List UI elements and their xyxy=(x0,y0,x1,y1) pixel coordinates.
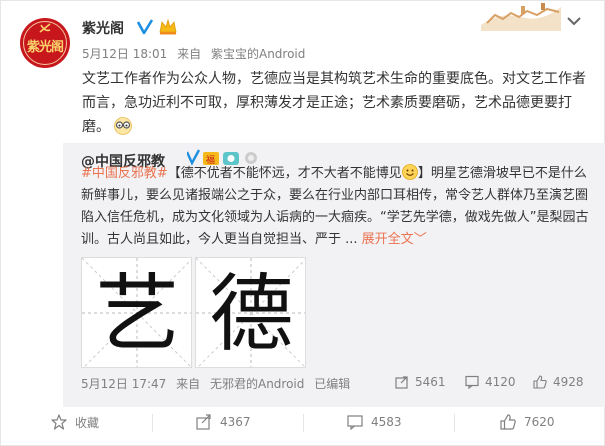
share-icon xyxy=(395,376,408,389)
like-button[interactable]: 7620 xyxy=(500,413,555,431)
post-date[interactable]: 5月12日 18:01 xyxy=(82,47,167,61)
post-text-content: 文艺工作者作为公众人物，艺德应当是其构筑艺术生命的重要底色。对文艺工作者而言，急… xyxy=(82,71,586,135)
repost-comment-stat[interactable]: 4120 xyxy=(465,375,516,389)
repost-source-prefix: 来自 xyxy=(176,377,201,391)
repost-image-2[interactable]: 德 xyxy=(195,257,306,368)
post-meta: 5月12日 18:01 来自 紫宝宝的Android xyxy=(82,45,311,62)
chevron-down-icon[interactable] xyxy=(566,15,582,27)
author-name[interactable]: 紫光阁 xyxy=(82,18,124,38)
emblem-icon xyxy=(39,23,51,33)
share-icon xyxy=(196,414,211,430)
repost-share-stat[interactable]: 5461 xyxy=(395,375,446,389)
comment-count: 4583 xyxy=(371,415,402,429)
eyeglasses-emoji-icon xyxy=(114,117,132,135)
favorite-label: 收藏 xyxy=(75,415,100,430)
smile-emoji-icon xyxy=(401,164,418,180)
repost-button[interactable]: 4367 xyxy=(196,413,251,431)
avatar-logo-text: 紫光阁 xyxy=(26,40,64,55)
repost-hashtag[interactable]: #中国反邪教# xyxy=(81,166,168,181)
like-count: 7620 xyxy=(524,415,555,429)
repost-date[interactable]: 5月12日 17:47 xyxy=(81,377,166,391)
divider xyxy=(303,414,304,432)
repost-comment-count: 4120 xyxy=(485,375,516,389)
thumbs-up-icon xyxy=(500,414,516,430)
repost-text: #中国反邪教#【德不优者不能怀远，才不大者不能博见 】明星艺德滑坡早已不是什么新… xyxy=(81,163,591,251)
expand-label: 展开全文 xyxy=(361,232,414,247)
repost-share-count: 5461 xyxy=(415,375,446,389)
star-icon xyxy=(51,414,67,430)
divider xyxy=(152,414,153,432)
weibo-card: 紫光阁 紫光阁 5月12日 18:01 来自 紫宝宝的Android 文艺工作者… xyxy=(0,0,605,446)
favorite-button[interactable]: 收藏 xyxy=(51,413,99,431)
thumbs-up-icon xyxy=(533,375,547,389)
great-wall-banner-icon xyxy=(481,3,561,31)
verified-icon[interactable] xyxy=(135,17,155,37)
avatar[interactable]: 紫光阁 xyxy=(20,18,70,68)
comment-icon xyxy=(347,415,363,430)
repost-like-stat[interactable]: 4928 xyxy=(533,375,584,389)
repost-block: @中国反邪教 福 #中国反邪教#【德不优者不能怀远，才不大者不能博见 】明星艺德… xyxy=(63,143,605,407)
image-character: 艺 xyxy=(95,265,180,363)
image-character: 德 xyxy=(209,265,294,363)
crown-icon[interactable] xyxy=(158,18,178,36)
expand-arrow-icon: ﹀ xyxy=(413,232,427,247)
divider xyxy=(454,414,455,432)
post-source[interactable]: 紫宝宝的Android xyxy=(211,47,305,61)
repost-meta: 5月12日 17:47 来自 无邪君的Android 已编辑 xyxy=(81,375,356,392)
repost-image-1[interactable]: 艺 xyxy=(81,257,192,368)
action-bar: 收藏 4367 4583 7620 xyxy=(1,405,605,437)
repost-edited[interactable]: 已编辑 xyxy=(314,377,350,391)
repost-text-a: 【德不优者不能怀远，才不大者不能博见 xyxy=(167,166,402,181)
repost-count: 4367 xyxy=(220,415,251,429)
expand-full-text-link[interactable]: 展开全文﹀ xyxy=(362,232,427,247)
comment-button[interactable]: 4583 xyxy=(347,413,402,431)
repost-source[interactable]: 无邪君的Android xyxy=(210,377,304,391)
post-source-prefix: 来自 xyxy=(177,47,202,61)
repost-like-count: 4928 xyxy=(553,375,584,389)
comment-icon xyxy=(465,375,479,389)
post-text: 文艺工作者作为公众人物，艺德应当是其构筑艺术生命的重要底色。对文艺工作者而言，急… xyxy=(82,67,587,139)
